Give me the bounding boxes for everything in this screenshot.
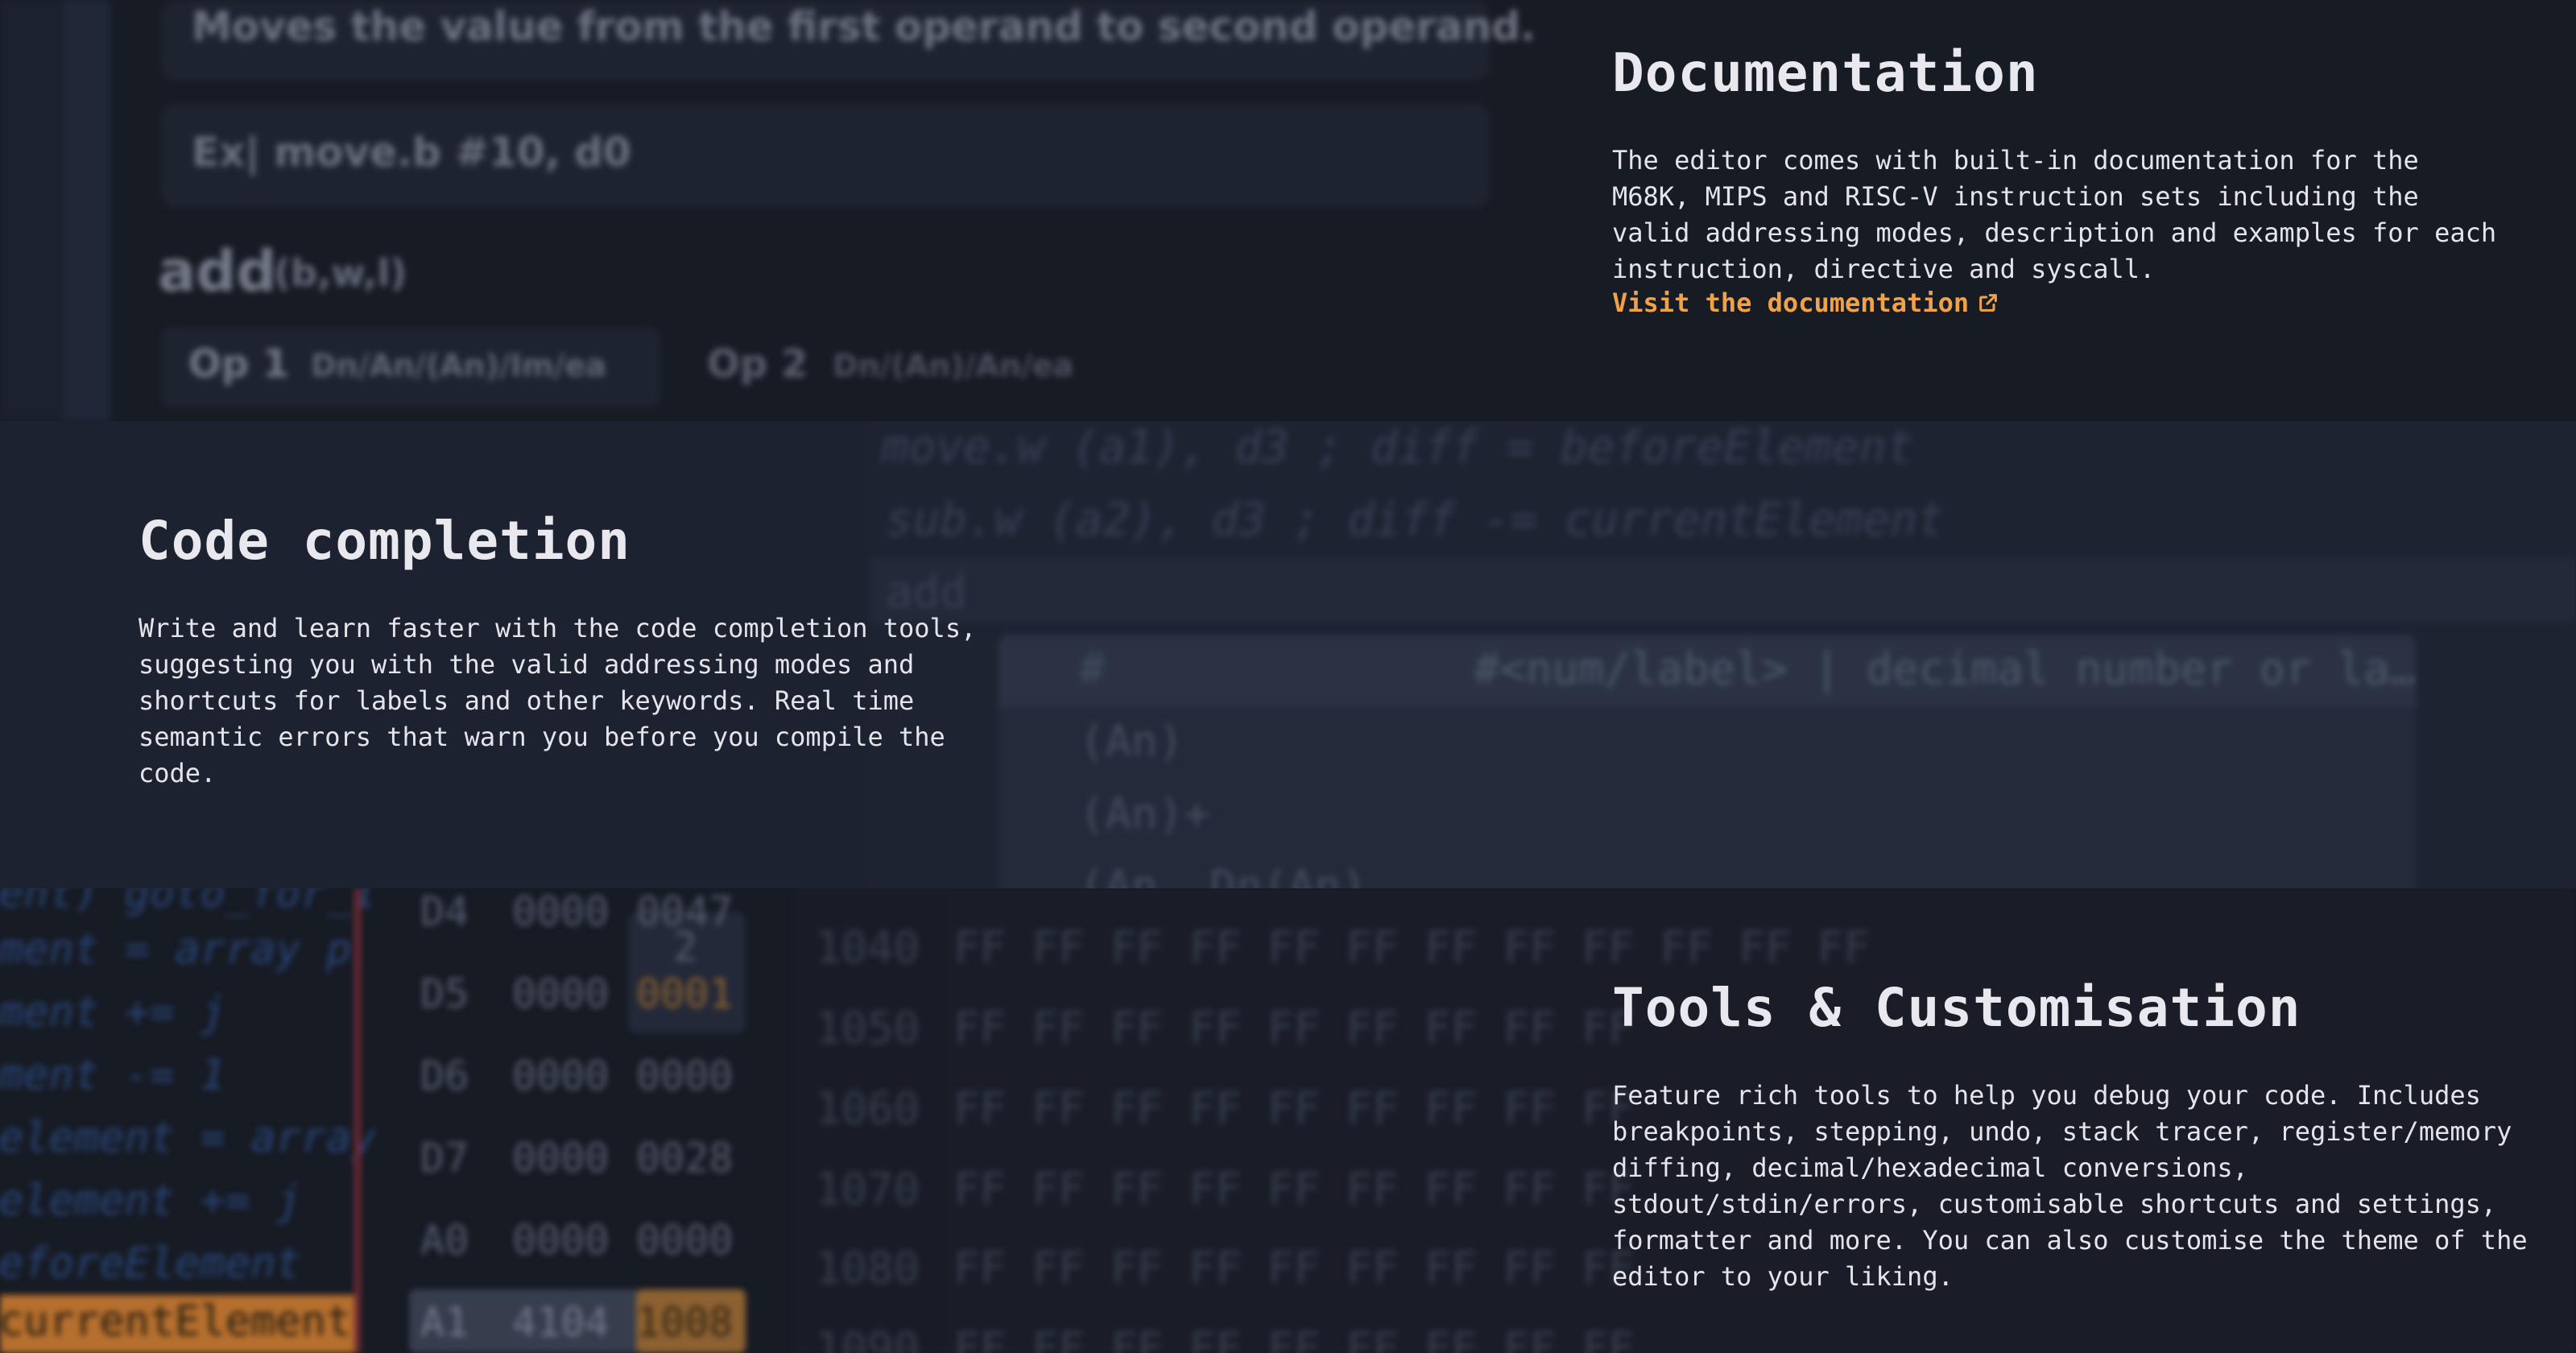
register-d4-lo: 0047	[636, 888, 734, 935]
register-d6-lo: 0000	[636, 1053, 734, 1099]
documentation-title: Documentation	[1612, 42, 2039, 104]
debug-code-line-3: ment += j	[0, 988, 225, 1036]
register-d5-name: D5	[420, 970, 469, 1017]
autocomplete-item-2: (An)	[1079, 716, 1185, 767]
documentation-section: Moves the value from the first operand t…	[0, 0, 2576, 421]
memory-row-4-bytes: FF FF FF FF FF FF FF FF FF	[953, 1164, 1635, 1214]
tools-description: Feature rich tools to help you debug you…	[1612, 1080, 2528, 1292]
debug-breakpoint-bar	[354, 888, 361, 1353]
autocomplete-hint: #<num/label> | decimal number or la…	[1474, 643, 2417, 694]
docs-sidebar-rail-inner	[64, 0, 110, 421]
register-a0-hi: 0000	[512, 1217, 610, 1264]
code-completion-title: Code completion	[139, 510, 631, 572]
memory-row-6-addr: 1090	[815, 1323, 920, 1353]
autocomplete-item-3: (An)+	[1079, 788, 1210, 839]
visit-documentation-label: Visit the documentation	[1612, 288, 1970, 318]
tools-title: Tools & Customisation	[1612, 977, 2301, 1039]
autocomplete-item-4: (An, Dn(An)	[1079, 861, 1367, 888]
docs-op1-label: Op 1	[188, 341, 290, 387]
memory-row-1-bytes: FF FF FF FF FF FF FF FF FF FF FF FF	[953, 922, 1870, 973]
tools-content: Tools & Customisation Feature rich tools…	[1612, 977, 2538, 1295]
code-completion-description: Write and learn faster with the code com…	[139, 613, 977, 788]
editor-current-line	[870, 558, 2576, 623]
memory-row-3-bytes: FF FF FF FF FF FF FF FF FF	[953, 1083, 1635, 1134]
register-a1-lo: 1008	[636, 1299, 734, 1346]
debug-code-line-5: element = array	[0, 1114, 377, 1162]
register-a0-lo: 0000	[636, 1217, 734, 1264]
register-d6-name: D6	[420, 1053, 469, 1099]
editor-line-2: sub.w (a2), d3 ; diff -= currentElement	[886, 494, 1945, 546]
register-a1-name: A1	[420, 1299, 469, 1346]
code-completion-section: move.w (a1), d3 ; diff = beforeElement s…	[0, 421, 2576, 888]
docs-instruction-sizes: (b,w,l)	[274, 251, 407, 295]
editor-line-1: move.w (a1), d3 ; diff = beforeElement	[882, 421, 1914, 474]
register-d7-name: D7	[420, 1135, 469, 1181]
register-d7-hi: 0000	[512, 1135, 610, 1181]
register-d4-name: D4	[420, 888, 469, 935]
register-a1-hi: 4104	[512, 1299, 610, 1346]
memory-row-5-addr: 1080	[815, 1243, 920, 1293]
debug-code-line-4: ment -= 1	[0, 1051, 225, 1099]
register-d5-hi: 0000	[512, 970, 610, 1017]
docs-example-text: Ex| move.b #10, d0	[192, 129, 631, 176]
debug-code-line-6: element += j	[0, 1177, 301, 1225]
docs-op2-modes: Dn/(An)/An/ea	[833, 348, 1074, 383]
register-a0-name: A0	[420, 1217, 469, 1264]
documentation-description: The editor comes with built-in documenta…	[1612, 145, 2497, 284]
debug-code-line-2: ment = array p	[0, 925, 352, 974]
register-d6-hi: 0000	[512, 1053, 610, 1099]
visit-documentation-link[interactable]: Visit the documentation	[1612, 288, 1999, 318]
autocomplete-item-1: #	[1079, 643, 1106, 694]
register-d5-lo: 0001	[636, 970, 734, 1017]
code-completion-content: Code completion Write and learn faster w…	[139, 510, 1024, 792]
tools-section: ent) goto_for_1 ment = array p ment += j…	[0, 888, 2576, 1353]
memory-row-5-bytes: FF FF FF FF FF FF FF FF FF	[953, 1243, 1635, 1293]
memory-row-1-addr: 1040	[815, 922, 920, 973]
register-d7-lo: 0028	[636, 1135, 734, 1181]
external-link-icon	[1979, 294, 1997, 312]
documentation-content: Documentation The editor comes with buil…	[1612, 42, 2498, 318]
memory-row-6-bytes: FF FF FF FF FF FF FF FF FF	[953, 1323, 1635, 1353]
debug-code-line-8: currentElement	[0, 1297, 352, 1346]
memory-row-2-bytes: FF FF FF FF FF FF FF FF FF	[953, 1003, 1635, 1053]
memory-row-4-addr: 1070	[815, 1164, 920, 1214]
debug-code-line-7: eforeElement	[0, 1239, 301, 1288]
memory-row-3-addr: 1060	[815, 1083, 920, 1134]
register-d4-hi: 0000	[512, 888, 610, 935]
docs-op1-modes: Dn/An/(An)/Im/ea	[311, 348, 606, 383]
debug-code-line-1: ent) goto_for_1	[0, 888, 377, 917]
docs-description-text: Moves the value from the first operand t…	[192, 3, 1536, 50]
docs-op2-label: Op 2	[707, 341, 808, 387]
memory-row-2-addr: 1050	[815, 1003, 920, 1053]
docs-instruction-name: add	[158, 238, 277, 304]
